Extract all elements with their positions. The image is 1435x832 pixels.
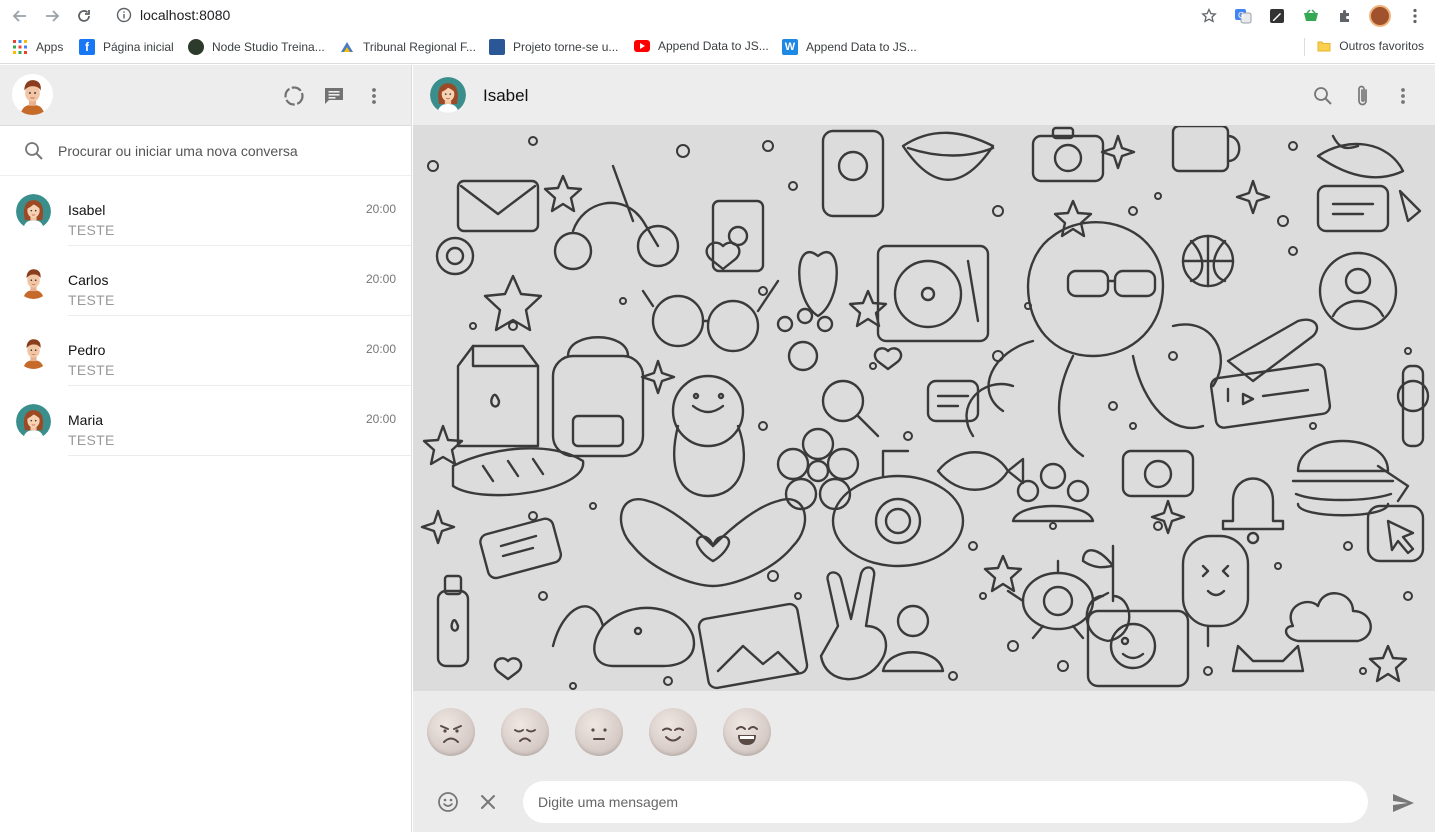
contact-time: 20:00 <box>365 272 396 286</box>
folder-icon <box>1317 41 1331 52</box>
contact-last-message: TESTE <box>68 222 115 238</box>
contact-last-message: TESTE <box>68 362 115 378</box>
close-icon[interactable] <box>477 791 499 813</box>
emoji-picker-icon[interactable] <box>437 791 459 813</box>
other-favorites-label: Outros favoritos <box>1339 39 1424 53</box>
chat-header: Isabel <box>413 65 1435 126</box>
bookmark-label: Tribunal Regional F... <box>363 40 476 54</box>
chat-panel: Isabel <box>413 65 1435 832</box>
translate-extension-icon[interactable]: G <box>1233 6 1253 26</box>
browser-toolbar: localhost:8080 G <box>0 0 1435 31</box>
chat-contact-avatar[interactable] <box>430 77 466 113</box>
address-bar[interactable]: localhost:8080 <box>140 7 230 23</box>
search-input[interactable] <box>58 140 378 162</box>
avatar <box>16 334 51 369</box>
bookmark-pagina-inicial[interactable]: f Página inicial <box>79 39 174 55</box>
chat-contact-name[interactable]: Isabel <box>483 86 528 106</box>
contact-last-message: TESTE <box>68 432 115 448</box>
avatar <box>16 404 51 439</box>
profile-avatar[interactable] <box>1369 5 1391 27</box>
bookmark-apps[interactable]: Apps <box>12 39 63 55</box>
contact-item-carlos[interactable]: Carlos 20:00 TESTE <box>0 246 411 316</box>
attach-icon[interactable] <box>1351 84 1375 108</box>
bookmark-separator <box>1304 38 1305 56</box>
contact-time: 20:00 <box>365 342 396 356</box>
cart-extension-icon[interactable] <box>1301 6 1321 26</box>
star-icon[interactable] <box>1199 6 1219 26</box>
chat-wallpaper <box>413 126 1435 691</box>
extensions-puzzle-icon[interactable] <box>1335 6 1355 26</box>
sad-face-icon[interactable] <box>501 708 549 756</box>
message-input[interactable] <box>523 781 1368 823</box>
edit-extension-icon[interactable] <box>1267 6 1287 26</box>
content-face-icon[interactable] <box>649 708 697 756</box>
back-icon[interactable] <box>10 6 30 26</box>
node-studio-icon <box>188 39 204 55</box>
search-bar <box>0 126 411 176</box>
send-icon[interactable] <box>1391 791 1415 815</box>
bookmark-label: Node Studio Treina... <box>212 40 325 54</box>
contact-name: Pedro <box>68 342 106 358</box>
message-composer <box>413 771 1435 832</box>
reaction-bar <box>413 691 1435 771</box>
contact-time: 20:00 <box>365 412 396 426</box>
bookmark-label: Projeto torne-se u... <box>513 40 619 54</box>
contact-item-maria[interactable]: Maria 20:00 TESTE <box>0 386 411 456</box>
tribunal-icon <box>341 42 353 52</box>
search-icon[interactable] <box>1311 84 1335 108</box>
bookmark-label: Append Data to JS... <box>806 40 917 54</box>
browser-menu-icon[interactable] <box>1405 6 1425 26</box>
forward-icon[interactable] <box>42 6 62 26</box>
chat-menu-icon[interactable] <box>1391 84 1415 108</box>
contact-last-message: TESTE <box>68 292 115 308</box>
whatsapp-clone-app: Isabel 20:00 TESTE Carlos 20:00 TESTE Pe… <box>0 65 1435 832</box>
search-icon <box>24 141 44 166</box>
new-chat-icon[interactable] <box>323 85 345 107</box>
status-icon[interactable] <box>283 85 305 107</box>
bookmark-other-favorites[interactable]: Outros favoritos <box>1317 39 1424 53</box>
bookmark-label: Página inicial <box>103 40 174 54</box>
youtube-icon <box>634 40 650 52</box>
apps-grid-icon <box>13 40 27 54</box>
contact-name: Isabel <box>68 202 106 218</box>
bookmark-append-youtube[interactable]: Append Data to JS... <box>634 39 769 53</box>
bookmark-node-studio[interactable]: Node Studio Treina... <box>188 39 325 55</box>
doodle-pattern <box>420 126 1430 690</box>
contact-list: Isabel 20:00 TESTE Carlos 20:00 TESTE Pe… <box>0 176 411 456</box>
reload-icon[interactable] <box>74 6 94 26</box>
happy-face-icon[interactable] <box>723 708 771 756</box>
bookmark-label: Append Data to JS... <box>658 39 769 53</box>
svg-text:G: G <box>1238 11 1244 20</box>
contact-item-pedro[interactable]: Pedro 20:00 TESTE <box>0 316 411 386</box>
w-site-icon: W <box>782 39 798 55</box>
angry-face-icon[interactable] <box>427 708 475 756</box>
neutral-face-icon[interactable] <box>575 708 623 756</box>
bookmark-tribunal[interactable]: Tribunal Regional F... <box>339 39 476 55</box>
avatar <box>16 194 51 229</box>
sidebar-header <box>0 65 411 126</box>
sidebar-menu-icon[interactable] <box>363 85 385 107</box>
bookmarks-bar: Apps f Página inicial Node Studio Treina… <box>0 31 1435 64</box>
facebook-icon: f <box>79 39 95 55</box>
bookmark-projeto[interactable]: Projeto torne-se u... <box>489 39 618 55</box>
contact-name: Carlos <box>68 272 109 288</box>
contact-time: 20:00 <box>365 202 396 216</box>
bookmark-append-w[interactable]: W Append Data to JS... <box>782 39 917 55</box>
bookmark-label: Apps <box>36 40 64 54</box>
contact-item-isabel[interactable]: Isabel 20:00 TESTE <box>0 176 411 246</box>
my-avatar[interactable] <box>12 74 53 115</box>
contact-name: Maria <box>68 412 104 428</box>
avatar <box>16 264 51 299</box>
site-info-icon[interactable] <box>116 7 132 23</box>
projeto-icon <box>489 39 505 55</box>
sidebar: Isabel 20:00 TESTE Carlos 20:00 TESTE Pe… <box>0 65 412 832</box>
